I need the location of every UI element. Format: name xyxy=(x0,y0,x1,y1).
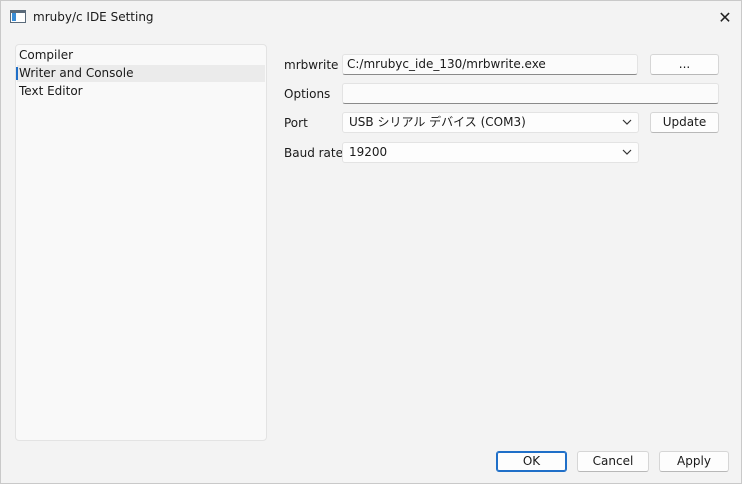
mrbwrite-path-field[interactable]: C:/mrubyc_ide_130/mrbwrite.exe xyxy=(342,54,638,75)
close-icon: ✕ xyxy=(718,7,732,27)
port-label: Port xyxy=(284,116,308,130)
title-bar[interactable]: mruby/c IDE Setting ✕ xyxy=(1,1,741,33)
sidebar-item-label: Writer and Console xyxy=(19,66,134,80)
sidebar-item-writer-and-console[interactable]: Writer and Console xyxy=(16,65,265,82)
settings-category-list: Compiler Writer and Console Text Editor xyxy=(15,44,267,441)
browse-button[interactable]: ... xyxy=(650,54,719,75)
window-title: mruby/c IDE Setting xyxy=(33,10,154,24)
update-button[interactable]: Update xyxy=(650,112,719,133)
cancel-button-label: Cancel xyxy=(592,454,634,468)
ok-button-label: OK xyxy=(522,454,541,468)
browse-button-label: ... xyxy=(678,57,691,71)
options-label: Options xyxy=(284,87,331,101)
sidebar-item-label: Text Editor xyxy=(19,84,83,98)
baud-rate-select[interactable]: 19200 xyxy=(342,142,639,163)
settings-dialog: mruby/c IDE Setting ✕ Compiler Writer an… xyxy=(0,0,742,484)
port-select-value: USB シリアル デバイス (COM3) xyxy=(349,115,526,129)
sidebar-item-label: Compiler xyxy=(19,48,74,62)
options-field[interactable] xyxy=(342,83,719,104)
close-button[interactable]: ✕ xyxy=(707,1,742,33)
mrbwrite-path-value: C:/mrubyc_ide_130/mrbwrite.exe xyxy=(347,57,546,71)
mrbwrite-label: mrbwrite xyxy=(284,58,339,72)
sidebar-item-compiler[interactable]: Compiler xyxy=(17,47,265,64)
ok-button[interactable]: OK xyxy=(496,451,567,472)
update-button-label: Update xyxy=(662,115,707,129)
port-select[interactable]: USB シリアル デバイス (COM3) xyxy=(342,112,639,133)
baud-rate-label: Baud rate xyxy=(284,146,343,160)
sidebar-item-text-editor[interactable]: Text Editor xyxy=(17,83,265,100)
app-window-icon xyxy=(10,10,26,23)
cancel-button[interactable]: Cancel xyxy=(577,451,649,472)
apply-button-label: Apply xyxy=(677,454,711,468)
chevron-down-icon xyxy=(622,149,632,155)
chevron-down-icon xyxy=(622,119,632,125)
baud-rate-select-value: 19200 xyxy=(349,145,388,159)
apply-button[interactable]: Apply xyxy=(659,451,729,472)
